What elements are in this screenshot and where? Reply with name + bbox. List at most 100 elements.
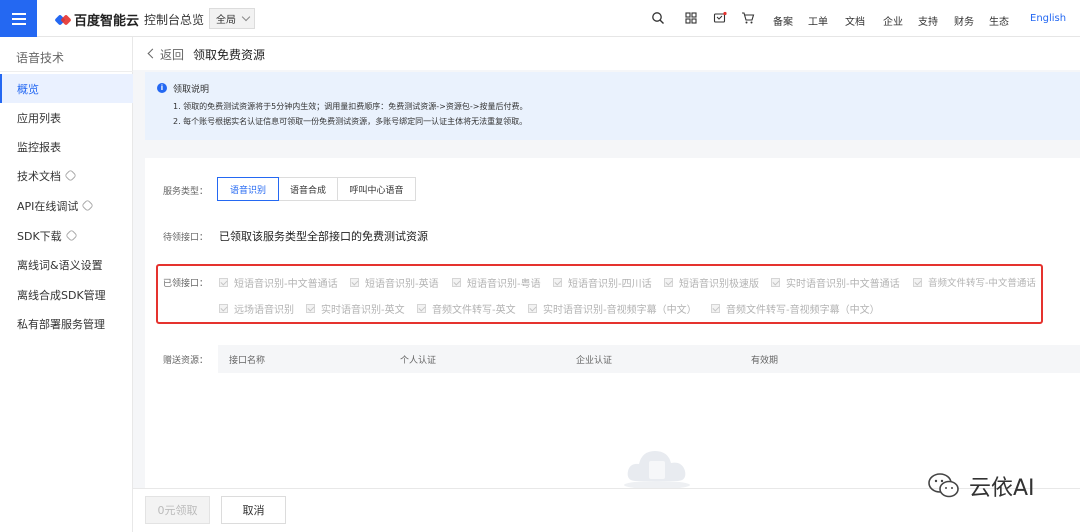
sidebar-item-sdk-download[interactable]: SDK下载: [0, 221, 133, 250]
claimed-api-item: 短语音识别-粤语: [452, 275, 541, 290]
notice-line: 1. 领取的免费测试资源将于5分钟内生效；调用量扣费顺序：免费测试资源->资源包…: [173, 102, 528, 111]
console-overview-link[interactable]: 控制台总览: [144, 11, 204, 28]
back-link[interactable]: 返回: [160, 46, 184, 63]
divider: [0, 71, 133, 72]
checkbox-disabled: [528, 304, 537, 313]
sidebar-item-label: API在线调试: [17, 199, 79, 213]
search-icon[interactable]: [651, 11, 665, 25]
sidebar-item-label: 应用列表: [17, 111, 61, 125]
claimed-api-item: 实时语音识别-英文: [306, 301, 405, 316]
claimed-api-item: 音频文件转写-中文普通话: [913, 275, 1036, 289]
page-title: 领取免费资源: [193, 48, 266, 62]
external-link-icon: [81, 199, 95, 212]
claimed-api-item: 实时语音识别-中文普通话: [771, 275, 900, 290]
nav-filing[interactable]: 备案: [773, 13, 793, 28]
nav-docs[interactable]: 文档: [845, 13, 865, 28]
sidebar-item-tech-docs[interactable]: 技术文档: [0, 161, 133, 190]
tab-call-center[interactable]: 呼叫中心语音: [337, 177, 416, 201]
checkbox-disabled: [553, 278, 562, 287]
nav-support[interactable]: 支持: [918, 13, 938, 28]
brand-logo[interactable]: 百度智能云: [54, 10, 140, 29]
sidebar-item-offline-words[interactable]: 离线词&语义设置: [0, 250, 133, 279]
table-header: [218, 345, 1080, 373]
service-type-label: 服务类型：: [163, 187, 209, 197]
sidebar-item-offline-sdk[interactable]: 离线合成SDK管理: [0, 280, 133, 309]
info-icon: i: [157, 83, 167, 93]
tab-label: 呼叫中心语音: [349, 185, 404, 196]
tab-speech-recognition[interactable]: 语音识别: [217, 177, 279, 201]
table-header-cell: 企业认证: [576, 356, 613, 366]
claimed-api-item: 音频文件转写-英文: [417, 301, 516, 316]
sidebar-item-label: 私有部署服务管理: [17, 317, 105, 331]
sidebar-title: 语音技术: [16, 51, 65, 65]
watermark-text: 云依AI: [969, 476, 1035, 501]
nav-ticket[interactable]: 工单: [808, 13, 828, 28]
cart-icon[interactable]: [741, 11, 755, 25]
nav-enterprise[interactable]: 企业: [883, 13, 903, 28]
checkbox-disabled: [350, 278, 359, 287]
claimed-api-item: 短语音识别-中文普通话: [219, 275, 338, 290]
brand-name: 百度智能云: [74, 14, 140, 29]
checkbox-disabled: [306, 304, 315, 313]
claim-button[interactable]: 0元领取: [145, 496, 210, 524]
page-header: [133, 37, 1080, 70]
claimed-api-item: 远场语音识别: [219, 301, 294, 316]
sidebar-item-label: 离线词&语义设置: [17, 258, 103, 272]
checkbox-disabled: [664, 278, 673, 287]
table-header-cell: 接口名称: [229, 356, 266, 366]
claimed-api-item: 短语音识别-英语: [350, 275, 439, 290]
region-value: 全局: [216, 15, 236, 26]
claimed-api-item: 音频文件转写-音视频字幕（中文）: [711, 301, 880, 316]
baidu-cloud-logo-icon: [54, 13, 72, 27]
pending-label: 待领接口：: [163, 233, 209, 243]
claimed-api-item: 实时语音识别-音视频字幕（中文）: [528, 301, 697, 316]
chevron-down-icon: [241, 12, 251, 22]
sidebar-item-label: 概览: [17, 82, 39, 96]
claimed-api-item: 短语音识别-四川话: [553, 275, 652, 290]
wechat-icon: [928, 473, 959, 498]
checkbox-disabled: [452, 278, 461, 287]
menu-icon[interactable]: [0, 0, 37, 37]
sidebar-item-label: 离线合成SDK管理: [17, 288, 106, 302]
sidebar-item-private-deploy[interactable]: 私有部署服务管理: [0, 309, 133, 338]
notice-title: 领取说明: [173, 85, 210, 95]
watermark: 云依AI: [927, 470, 1035, 502]
tab-label: 语音识别: [229, 185, 266, 196]
checkbox-disabled: [417, 304, 426, 313]
button-label: 取消: [242, 504, 265, 517]
nav-finance[interactable]: 财务: [954, 13, 974, 28]
checkbox-disabled: [913, 277, 922, 287]
table-header-cell: 个人认证: [400, 356, 437, 366]
service-type-tabs: 语音识别 语音合成 呼叫中心语音: [217, 177, 416, 201]
external-link-icon: [64, 169, 77, 182]
sidebar-item-label: SDK下载: [17, 229, 62, 243]
nav-ecosystem[interactable]: 生态: [989, 13, 1009, 28]
notice-line: 2. 每个账号根据实名认证信息可领取一份免费测试资源，多账号绑定同一认证主体将无…: [173, 117, 528, 126]
sidebar-item-api-debug[interactable]: API在线调试: [0, 191, 133, 220]
empty-state-cloud-icon: [624, 451, 690, 489]
grid-icon[interactable]: [684, 11, 698, 25]
checkbox-disabled: [771, 278, 780, 287]
sidebar-item-label: 技术文档: [17, 169, 61, 183]
pending-text: 已领取该服务类型全部接口的免费测试资源: [219, 230, 428, 243]
cancel-button[interactable]: 取消: [221, 496, 286, 524]
checkbox-disabled: [711, 304, 720, 313]
tab-label: 语音合成: [289, 185, 326, 196]
sidebar: 语音技术 概览 应用列表 监控报表 技术文档 API在线调试 SDK下载 离线词…: [0, 37, 133, 532]
sidebar-item-overview[interactable]: 概览: [0, 74, 133, 103]
button-label: 0元领取: [157, 504, 198, 517]
message-icon[interactable]: [713, 11, 727, 25]
sidebar-item-label: 监控报表: [17, 140, 61, 154]
external-link-icon: [64, 229, 78, 242]
sidebar-item-apps[interactable]: 应用列表: [0, 103, 133, 132]
table-header-cell: 有效期: [751, 356, 779, 366]
checkbox-disabled: [219, 278, 228, 287]
region-select[interactable]: 全局: [209, 8, 255, 29]
sidebar-item-monitoring[interactable]: 监控报表: [0, 132, 133, 161]
checkbox-disabled: [219, 304, 228, 313]
claimed-api-item: 短语音识别极速版: [664, 275, 759, 290]
tab-speech-synthesis[interactable]: 语音合成: [278, 177, 338, 201]
claimed-label: 已领接口：: [163, 279, 209, 289]
nav-english[interactable]: English: [1030, 13, 1066, 24]
gift-label: 赠送资源：: [163, 356, 209, 366]
